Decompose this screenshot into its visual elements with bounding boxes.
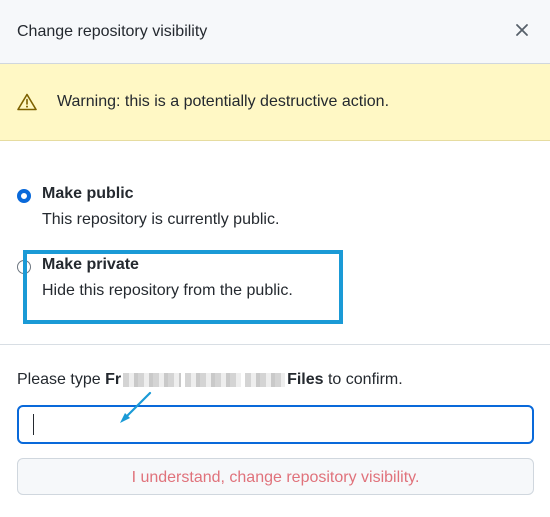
- repo-name-end: Files: [287, 371, 324, 388]
- redacted-block: [185, 372, 242, 387]
- redacted-block: [123, 372, 182, 387]
- warning-text: Warning: this is a potentially destructi…: [57, 93, 390, 110]
- close-icon[interactable]: [514, 22, 530, 38]
- warning-banner: Warning: this is a potentially destructi…: [0, 64, 550, 141]
- annotation-highlight-box: [23, 250, 343, 324]
- option-label-public: Make public: [42, 185, 134, 202]
- repo-name-start: Fr: [105, 371, 122, 388]
- confirm-prefix: Please type: [17, 371, 106, 388]
- change-visibility-button[interactable]: I understand, change repository visibili…: [17, 458, 534, 495]
- radio-make-public[interactable]: [17, 189, 31, 203]
- dialog-header: Change repository visibility: [0, 0, 550, 64]
- confirm-suffix: to confirm.: [323, 371, 403, 388]
- alert-triangle-icon: [17, 93, 37, 111]
- visibility-options: Make public This repository is currently…: [0, 141, 550, 345]
- redacted-block: [245, 372, 286, 387]
- confirm-repo-name-input[interactable]: [17, 405, 534, 444]
- annotation-arrow-icon: [120, 391, 152, 423]
- dialog-title: Change repository visibility: [17, 22, 208, 40]
- confirm-instruction: Please type Fr Files to confirm.: [17, 371, 403, 389]
- text-caret: [33, 414, 34, 435]
- option-desc-public: This repository is currently public.: [42, 211, 280, 228]
